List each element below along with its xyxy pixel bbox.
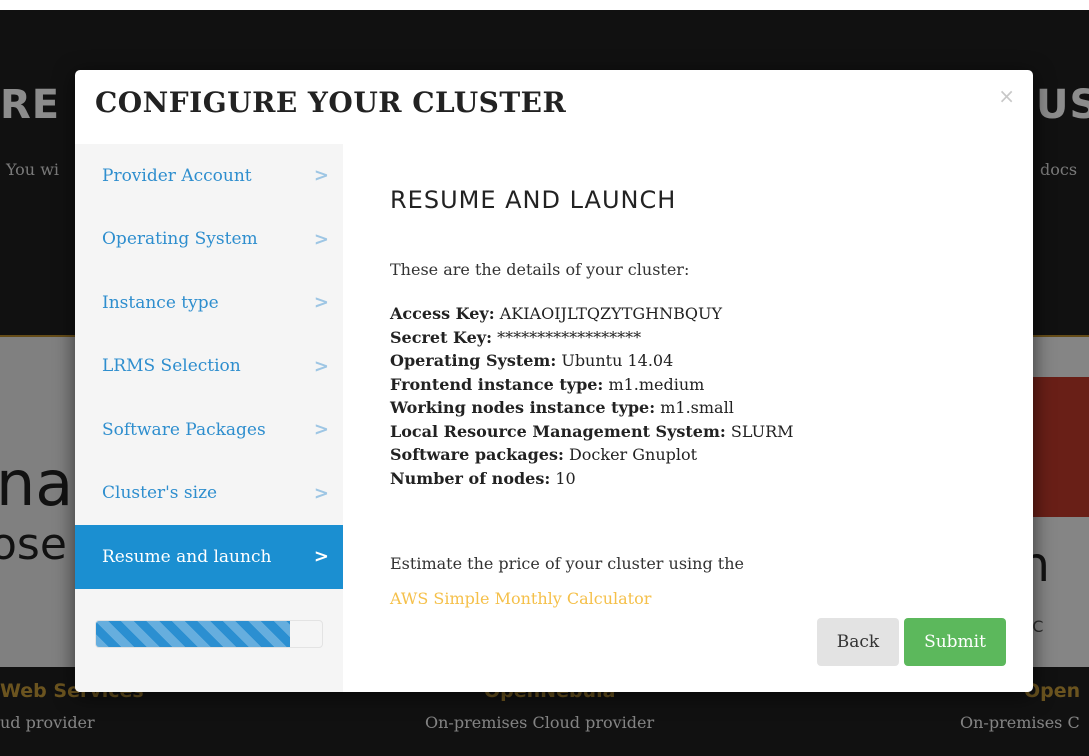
detail-key: Software packages: [390,445,564,464]
detail-key: Operating System: [390,351,557,370]
detail-value: SLURM [730,421,794,441]
detail-operating-system: Operating System: Ubuntu 14.04 [390,349,794,373]
section-title: RESUME AND LAUNCH [390,186,677,214]
step-label: Resume and launch [102,546,272,567]
detail-value: m1.medium [608,374,705,394]
step-label: Cluster's size [102,483,218,504]
details-intro: These are the details of your cluster: [390,260,690,279]
detail-value: 10 [555,468,576,488]
aws-calculator-link[interactable]: AWS Simple Monthly Calculator [390,589,651,608]
progress-fill [96,621,291,647]
step-label: LRMS Selection [102,356,241,377]
step-provider-account[interactable]: Provider Account > [75,144,343,208]
modal-title: CONFIGURE YOUR CLUSTER [95,86,567,119]
detail-key: Frontend instance type: [390,374,604,394]
chevron-right-icon: > [313,546,329,568]
step-instance-type[interactable]: Instance type > [75,271,343,335]
detail-key: Number of nodes: [390,468,551,488]
detail-number-of-nodes: Number of nodes: 10 [390,467,794,491]
detail-value: ****************** [497,327,642,347]
step-resume-and-launch[interactable]: Resume and launch > [75,525,343,589]
detail-secret-key: Secret Key: ****************** [390,326,794,350]
step-label: Operating System [102,229,258,250]
step-software-packages[interactable]: Software Packages > [75,398,343,462]
step-label: Instance type [102,292,219,313]
detail-value: Ubuntu 14.04 [561,351,674,370]
detail-key: Secret Key: [390,327,492,347]
cluster-details-list: Access Key: AKIAOIJLTQZYTGHNBQUY Secret … [390,302,794,490]
step-lrms-selection[interactable]: LRMS Selection > [75,335,343,399]
chevron-right-icon: > [313,482,329,504]
wizard-steps-sidebar: Provider Account > Operating System > In… [75,144,343,692]
chevron-right-icon: > [313,419,329,441]
estimate-text: Estimate the price of your cluster using… [390,554,744,573]
configure-cluster-modal: CONFIGURE YOUR CLUSTER × Provider Accoun… [75,70,1033,692]
step-label: Software Packages [102,419,266,440]
step-operating-system[interactable]: Operating System > [75,208,343,272]
close-icon[interactable]: × [998,84,1015,108]
detail-frontend-instance: Frontend instance type: m1.medium [390,373,794,397]
detail-key: Local Resource Management System: [390,421,726,441]
detail-value: m1.small [660,398,734,417]
submit-button[interactable]: Submit [904,618,1006,666]
chevron-right-icon: > [313,292,329,314]
detail-key: Access Key: [390,304,495,323]
chevron-right-icon: > [313,228,329,250]
detail-value: AKIAOIJLTQZYTGHNBQUY [499,304,723,323]
detail-working-nodes-instance: Working nodes instance type: m1.small [390,396,794,420]
step-content: RESUME AND LAUNCH These are the details … [343,144,1033,692]
detail-value: Docker Gnuplot [568,445,698,464]
detail-access-key: Access Key: AKIAOIJLTQZYTGHNBQUY [390,302,794,326]
detail-software-packages: Software packages: Docker Gnuplot [390,443,794,467]
step-label: Provider Account [102,165,252,186]
back-button[interactable]: Back [817,618,899,666]
step-cluster-size[interactable]: Cluster's size > [75,462,343,526]
detail-key: Working nodes instance type: [390,398,656,417]
detail-lrms: Local Resource Management System: SLURM [390,420,794,444]
chevron-right-icon: > [313,355,329,377]
wizard-progress-bar [95,620,323,648]
chevron-right-icon: > [313,165,329,187]
